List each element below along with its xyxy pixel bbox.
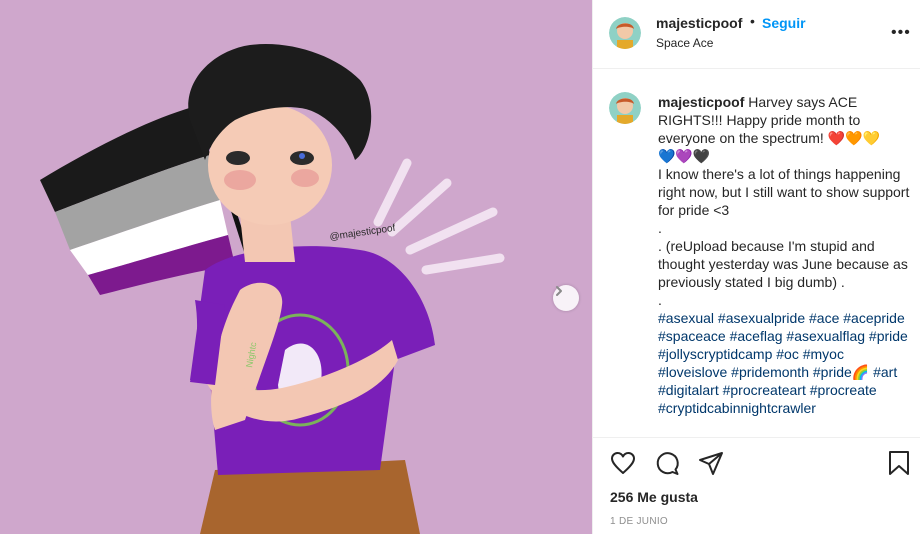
- caption-dot: .: [658, 292, 662, 308]
- caption-avatar[interactable]: [609, 92, 641, 124]
- separator-dot: •: [750, 13, 755, 29]
- comments-area[interactable]: majesticpoof Harvey says ACE RIGHTS!!! H…: [593, 70, 920, 438]
- caption-line: I know there's a lot of things happening…: [658, 166, 910, 218]
- artist-watermark: @majesticpoof: [329, 223, 396, 243]
- post-date[interactable]: 1 DE JUNIO: [610, 516, 668, 527]
- caption-line: . (reUpload because I'm stupid and thoug…: [658, 238, 908, 290]
- action-bar: [593, 449, 920, 481]
- post-sidebar: majesticpoof • Seguir Space Ace ••• maje…: [592, 0, 920, 534]
- artwork-illustration: @majesticpoof Nightc: [40, 44, 505, 534]
- follow-button[interactable]: Seguir: [762, 15, 806, 31]
- post-location[interactable]: Space Ace: [656, 36, 713, 50]
- share-icon[interactable]: [697, 449, 725, 477]
- next-image-button[interactable]: [553, 285, 579, 311]
- caption-emoji-line: 💙💜🖤: [658, 148, 711, 164]
- post-caption: majesticpoof Harvey says ACE RIGHTS!!! H…: [658, 93, 913, 438]
- post-image[interactable]: @majesticpoof Nightc: [0, 0, 592, 534]
- caption-username[interactable]: majesticpoof: [658, 94, 744, 110]
- caption-dot: .: [658, 428, 662, 438]
- heart-icon[interactable]: [609, 449, 637, 477]
- more-options-icon[interactable]: •••: [891, 24, 911, 42]
- caption-dot: .: [658, 220, 662, 236]
- post-header: majesticpoof • Seguir Space Ace •••: [593, 0, 920, 69]
- bookmark-icon[interactable]: [885, 449, 913, 477]
- comment-icon[interactable]: [653, 449, 681, 477]
- chevron-right-icon: [556, 286, 562, 296]
- like-count[interactable]: 256 Me gusta: [610, 489, 698, 505]
- caption-hashtags[interactable]: #asexual #asexualpride #ace #acepride #s…: [658, 309, 913, 417]
- avatar[interactable]: [609, 17, 641, 49]
- post-username[interactable]: majesticpoof: [656, 15, 742, 31]
